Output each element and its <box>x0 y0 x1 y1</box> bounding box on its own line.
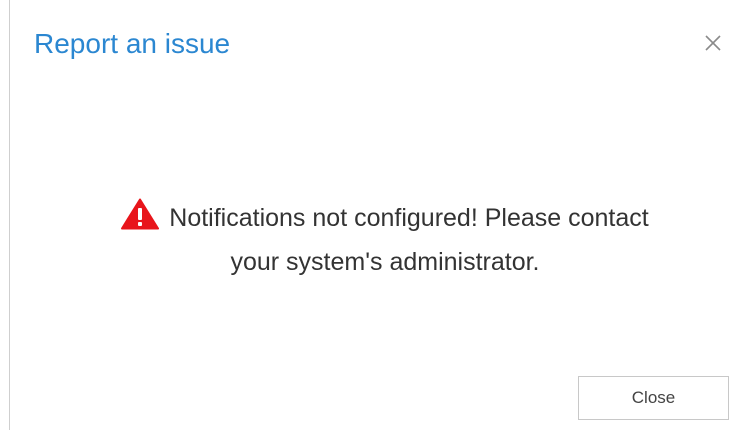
warning-triangle-icon <box>121 198 160 242</box>
close-x-icon[interactable] <box>700 30 726 56</box>
dialog-left-border <box>9 0 10 430</box>
message-text-line-1: Notifications not configured! Please con… <box>169 204 649 232</box>
close-button[interactable]: Close <box>578 376 729 420</box>
report-issue-dialog: Report an issue Notifications not config… <box>0 0 731 430</box>
dialog-title: Report an issue <box>34 28 231 59</box>
error-message: Notifications not configured! Please con… <box>55 198 715 282</box>
message-line-1: Notifications not configured! Please con… <box>55 198 715 242</box>
message-text-line-2: your system's administrator. <box>230 248 540 276</box>
